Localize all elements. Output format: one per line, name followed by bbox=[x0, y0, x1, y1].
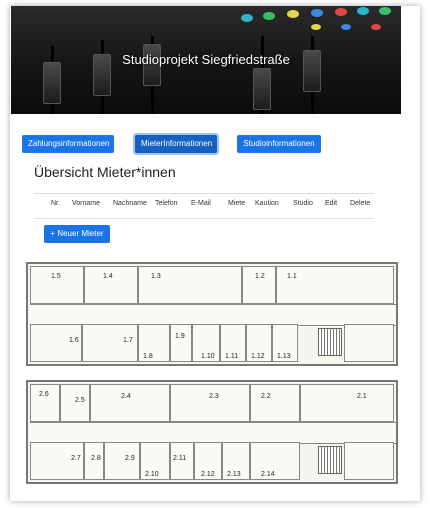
room-number: 1.13 bbox=[277, 353, 291, 360]
column-header: Nachname bbox=[113, 200, 147, 207]
room-number: 2.4 bbox=[121, 393, 131, 400]
corridor bbox=[30, 422, 396, 444]
mixer-knob bbox=[335, 8, 347, 16]
room-number: 2.1 bbox=[357, 393, 367, 400]
room: 1.5 bbox=[30, 266, 84, 304]
room-number: 2.11 bbox=[173, 455, 187, 462]
room-number: 1.11 bbox=[225, 353, 239, 360]
room-number: 1.8 bbox=[143, 353, 153, 360]
payments-button[interactable]: Zahlungsinformationen bbox=[22, 135, 114, 153]
room-number: 2.12 bbox=[201, 471, 215, 478]
mixer-knob bbox=[311, 24, 321, 30]
mixer-knob bbox=[379, 7, 391, 15]
mixer-knob bbox=[263, 12, 275, 20]
corridor bbox=[30, 304, 396, 326]
column-header: Edit bbox=[325, 200, 338, 207]
column-header: Nr. bbox=[51, 200, 60, 207]
room: 1.9 bbox=[170, 324, 192, 362]
room: 2.4 bbox=[90, 384, 170, 422]
room: 1.1 bbox=[276, 266, 394, 304]
room-number: 2.9 bbox=[125, 455, 135, 462]
room-number: 1.12 bbox=[251, 353, 265, 360]
room-number: 1.5 bbox=[51, 273, 61, 280]
tenants-button[interactable]: MieterInformationen bbox=[135, 135, 217, 153]
room-number: 2.14 bbox=[261, 471, 275, 478]
room: 1.4 bbox=[84, 266, 138, 304]
room-number: 1.6 bbox=[69, 337, 79, 344]
room: 1.3 bbox=[138, 266, 242, 304]
room-number: 2.6 bbox=[39, 391, 49, 398]
floorplan-upper: 1.5 1.4 1.3 1.2 1.1 1.6 1.7 1.8 1.9 1.10… bbox=[26, 262, 398, 366]
room: 2.6 bbox=[30, 384, 60, 422]
room: 2.2 bbox=[250, 384, 300, 422]
column-header: Delete bbox=[350, 200, 371, 207]
column-header: E-Mail bbox=[191, 200, 211, 207]
room-number: 2.2 bbox=[261, 393, 271, 400]
fader-knob bbox=[253, 68, 271, 110]
column-header: Studio bbox=[293, 200, 313, 207]
new-tenant-button[interactable]: + Neuer Mieter bbox=[44, 225, 110, 243]
room-number: 1.3 bbox=[151, 273, 161, 280]
room: 1.12 bbox=[246, 324, 272, 362]
column-header: Miete bbox=[228, 200, 246, 207]
room: 1.13 bbox=[272, 324, 298, 362]
room bbox=[344, 442, 394, 480]
mixer-knob bbox=[287, 10, 299, 18]
header-banner: Studioprojekt Siegfriedstraße bbox=[11, 6, 401, 114]
column-header: Vorname bbox=[72, 200, 101, 207]
room: 1.7 bbox=[82, 324, 138, 362]
room: 1.6 bbox=[30, 324, 82, 362]
room: 2.14 bbox=[250, 442, 300, 480]
room-number: 1.4 bbox=[103, 273, 113, 280]
room-number: 1.2 bbox=[255, 273, 265, 280]
fader-knob bbox=[43, 62, 61, 104]
studios-button[interactable]: Studioinformationen bbox=[237, 135, 321, 153]
room: 1.11 bbox=[220, 324, 246, 362]
room-number: 2.10 bbox=[145, 471, 159, 478]
mixer-knob bbox=[371, 24, 381, 30]
room: 2.10 bbox=[140, 442, 170, 480]
room bbox=[344, 324, 394, 362]
table-divider bbox=[34, 218, 374, 219]
room: 2.13 bbox=[222, 442, 250, 480]
mixer-knob bbox=[311, 9, 323, 17]
room-number: 2.5 bbox=[75, 397, 85, 404]
floorplan-lower: 2.6 2.5 2.4 2.3 2.2 2.1 2.7 2.8 2.9 2.10… bbox=[26, 380, 398, 484]
room-number: 1.9 bbox=[175, 333, 185, 340]
room-number: 2.13 bbox=[227, 471, 241, 478]
room-number: 1.10 bbox=[201, 353, 215, 360]
room: 2.7 bbox=[30, 442, 84, 480]
column-header: Telefon bbox=[155, 200, 178, 207]
overview-title: Übersicht Mieter*innen bbox=[34, 164, 176, 180]
room-number: 2.8 bbox=[91, 455, 101, 462]
room: 1.10 bbox=[192, 324, 220, 362]
stairwell bbox=[318, 328, 342, 356]
room-number: 2.3 bbox=[209, 393, 219, 400]
room: 2.1 bbox=[300, 384, 394, 422]
room: 2.9 bbox=[104, 442, 140, 480]
room-number: 2.7 bbox=[71, 455, 81, 462]
room: 2.8 bbox=[84, 442, 104, 480]
column-header: Kaution bbox=[255, 200, 279, 207]
room: 1.8 bbox=[138, 324, 170, 362]
room: 2.3 bbox=[170, 384, 250, 422]
table-divider bbox=[34, 193, 374, 194]
room-number: 1.1 bbox=[287, 273, 297, 280]
room-number: 1.7 bbox=[123, 337, 133, 344]
room: 2.11 bbox=[170, 442, 194, 480]
stairwell bbox=[318, 446, 342, 474]
banner-title: Studioprojekt Siegfriedstraße bbox=[122, 52, 290, 67]
room: 2.12 bbox=[194, 442, 222, 480]
room: 1.2 bbox=[242, 266, 276, 304]
mixer-knob bbox=[241, 14, 253, 22]
mixer-knob bbox=[357, 7, 369, 15]
mixer-knob bbox=[341, 24, 351, 30]
room: 2.5 bbox=[60, 384, 90, 422]
